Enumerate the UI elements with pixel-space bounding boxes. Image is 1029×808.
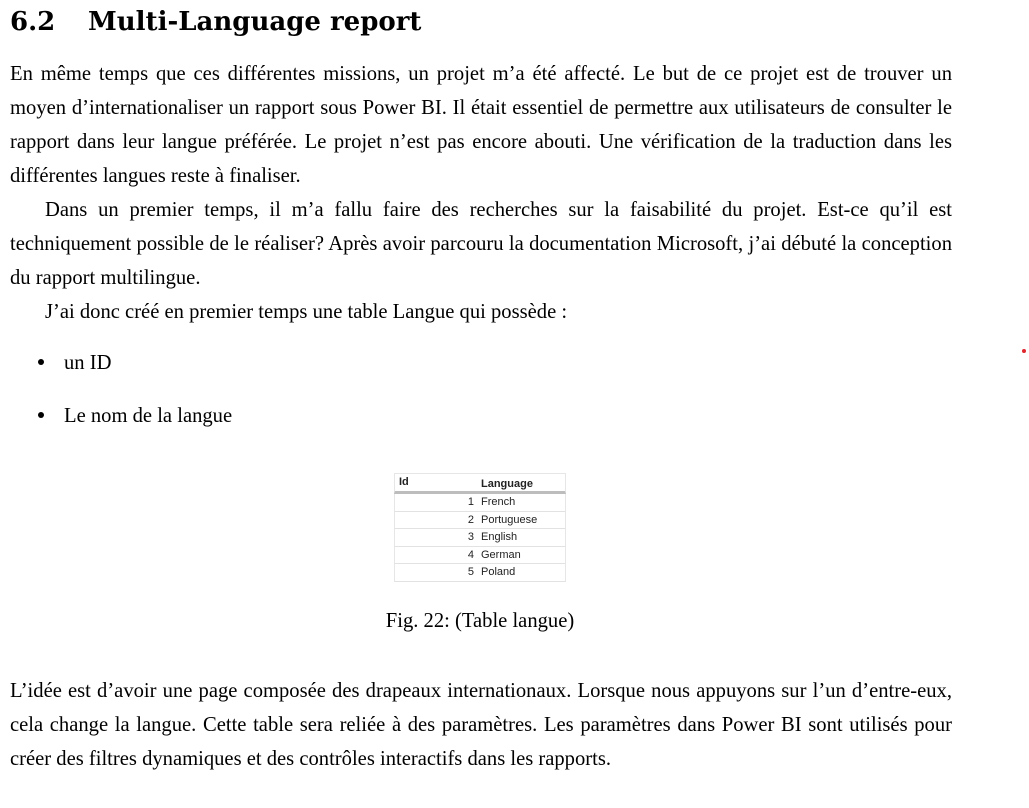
- section-heading: 6.2 Multi-Language report: [10, 2, 421, 42]
- table-row: 2 Portuguese: [394, 511, 566, 529]
- list-item: un ID: [38, 348, 111, 378]
- bullet-icon: [38, 359, 44, 366]
- cell-language: English: [481, 531, 518, 543]
- list-item: Le nom de la langue: [38, 401, 232, 431]
- table-row: 5 Poland: [394, 564, 566, 582]
- list-item-text: Le nom de la langue: [64, 405, 233, 427]
- header-language: Language: [481, 478, 533, 490]
- language-table: Id Language 1 French 2 Portuguese 3 Engl…: [394, 473, 566, 582]
- cell-id: 4: [467, 548, 474, 561]
- figure-caption: Fig. 22: (Table langue): [385, 610, 575, 632]
- table-row: 3 English: [394, 529, 566, 547]
- table-row: 1 French: [394, 494, 566, 512]
- bullet-icon: [38, 412, 44, 419]
- cell-language: Portuguese: [481, 513, 538, 526]
- cell-id: 5: [467, 566, 474, 578]
- cell-language: French: [481, 496, 516, 508]
- cell-language: German: [481, 548, 521, 561]
- header-id: Id: [399, 476, 409, 488]
- section-title: Multi-Language report: [88, 7, 422, 37]
- paragraph-flags: L’idée est d’avoir une page composée des…: [10, 680, 952, 770]
- paragraph-table-intro: J’ai donc créé en premier temps une tabl…: [45, 301, 568, 323]
- cell-id: 3: [467, 531, 474, 543]
- cell-id: 2: [467, 513, 474, 526]
- cell-language: Poland: [481, 566, 516, 578]
- cell-id: 1: [467, 496, 474, 508]
- table-row: 4 German: [394, 546, 566, 564]
- paragraph-research: Dans un premier temps, il m’a fallu fair…: [10, 199, 952, 289]
- table-header: Id Language: [394, 473, 566, 494]
- margin-mark-icon: [1022, 349, 1026, 353]
- paragraph-intro: En même temps que ces différentes missio…: [10, 63, 952, 187]
- list-item-text: un ID: [64, 352, 112, 374]
- section-number: 6.2: [10, 7, 56, 37]
